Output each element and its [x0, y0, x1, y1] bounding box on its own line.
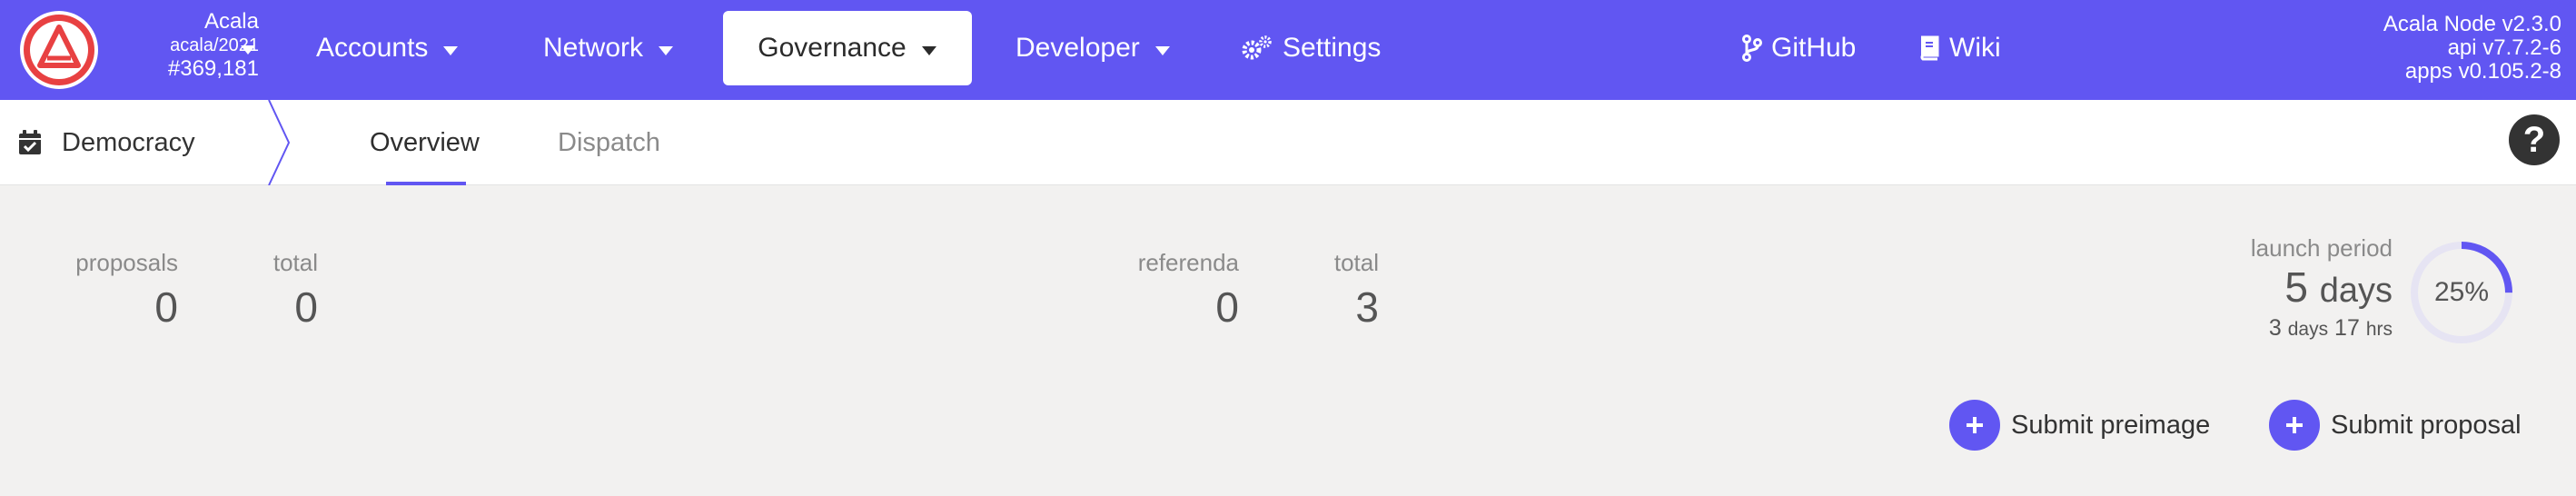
nav-governance-label: Governance: [758, 33, 907, 63]
chevron-down-icon: [658, 33, 674, 64]
sub-navigation-bar: Democracy Overview Dispatch ?: [0, 99, 2576, 186]
submit-preimage-button[interactable]: Submit preimage: [1949, 396, 2210, 454]
proposals-value: 0: [154, 283, 178, 331]
plus-icon: [2269, 400, 2320, 451]
launch-period-unit: days: [2319, 272, 2393, 310]
proposals-total-stat: total 0: [273, 249, 318, 332]
block-number: #369,181: [167, 56, 259, 81]
chain-spec: acala/2021: [170, 35, 259, 55]
tab-dispatch[interactable]: Dispatch: [558, 100, 660, 185]
nav-developer[interactable]: Developer: [1016, 11, 1171, 85]
book-icon: [1918, 35, 1940, 61]
chevron-down-icon[interactable]: [240, 44, 256, 60]
referenda-total-value: 3: [1355, 283, 1379, 331]
nav-accounts[interactable]: Accounts: [316, 11, 459, 85]
top-navigation-bar: Acala acala/2021 #369,181 Accounts Netwo…: [0, 0, 2576, 100]
chain-name: Acala: [203, 9, 259, 34]
tab-overview[interactable]: Overview: [370, 100, 480, 185]
nav-accounts-label: Accounts: [316, 33, 429, 63]
code-branch-icon: [1742, 35, 1762, 62]
gears-icon: [1241, 35, 1273, 62]
launch-period-value: 5 days: [2251, 266, 2393, 312]
remaining-hrs: 17: [2334, 315, 2360, 341]
referenda-label: referenda: [1137, 249, 1239, 276]
node-version: Acala Node v2.3.0: [2383, 12, 2561, 36]
breadcrumb-chevron: [265, 99, 292, 190]
launch-period-label: launch period: [2250, 234, 2393, 262]
launch-period-number: 5: [2284, 263, 2308, 311]
submit-proposal-button[interactable]: Submit proposal: [2269, 396, 2522, 454]
remaining-days: 3: [2268, 315, 2282, 341]
referenda-total-label: total: [1333, 249, 1379, 276]
proposals-total-label: total: [272, 249, 318, 276]
referenda-value: 0: [1215, 283, 1239, 331]
chevron-down-icon: [442, 33, 459, 64]
version-info: Acala Node v2.3.0 api v7.7.2-6 apps v0.1…: [2383, 13, 2561, 84]
nav-settings-label: Settings: [1283, 33, 1382, 63]
remaining-days-unit: days: [2287, 319, 2329, 340]
help-icon[interactable]: ?: [2509, 114, 2560, 165]
launch-remaining: 3 days 17 hrs: [2251, 315, 2393, 342]
apps-version: apps v0.105.2-8: [2404, 59, 2561, 84]
chevron-down-icon: [921, 33, 937, 64]
chain-selector[interactable]: Acala acala/2021 #369,181: [109, 11, 259, 80]
referenda-stat: referenda 0: [1138, 249, 1239, 332]
proposals-total-value: 0: [294, 283, 318, 331]
section-title: Democracy: [18, 100, 195, 185]
tab-overview-label: Overview: [370, 127, 480, 157]
nav-network-label: Network: [543, 33, 644, 63]
launch-progress-percent: 25%: [2433, 277, 2490, 307]
launch-period-stat: launch period 5 days 3 days 17 hrs: [2251, 234, 2393, 342]
remaining-hrs-unit: hrs: [2365, 319, 2393, 340]
wiki-link[interactable]: Wiki: [1918, 11, 2001, 85]
submit-preimage-label: Submit preimage: [2011, 410, 2211, 440]
calendar-check-icon: [18, 130, 42, 155]
plus-icon: [1949, 400, 2000, 451]
api-version: api v7.7.2-6: [2447, 35, 2561, 60]
nav-settings[interactable]: Settings: [1241, 11, 1381, 85]
proposals-stat: proposals 0: [75, 249, 178, 332]
chevron-down-icon: [1154, 33, 1171, 64]
referenda-total-stat: total 3: [1334, 249, 1379, 332]
tab-dispatch-label: Dispatch: [558, 127, 660, 157]
section-label: Democracy: [62, 127, 195, 157]
active-tab-indicator: [386, 182, 466, 185]
acala-logo[interactable]: [20, 11, 98, 89]
nav-governance[interactable]: Governance: [723, 11, 972, 85]
proposals-label: proposals: [75, 249, 178, 276]
nav-network[interactable]: Network: [543, 11, 674, 85]
wiki-label: Wiki: [1949, 33, 2001, 63]
github-link[interactable]: GitHub: [1742, 11, 1856, 85]
nav-developer-label: Developer: [1016, 33, 1140, 63]
github-label: GitHub: [1771, 33, 1857, 63]
submit-proposal-label: Submit proposal: [2331, 410, 2522, 440]
